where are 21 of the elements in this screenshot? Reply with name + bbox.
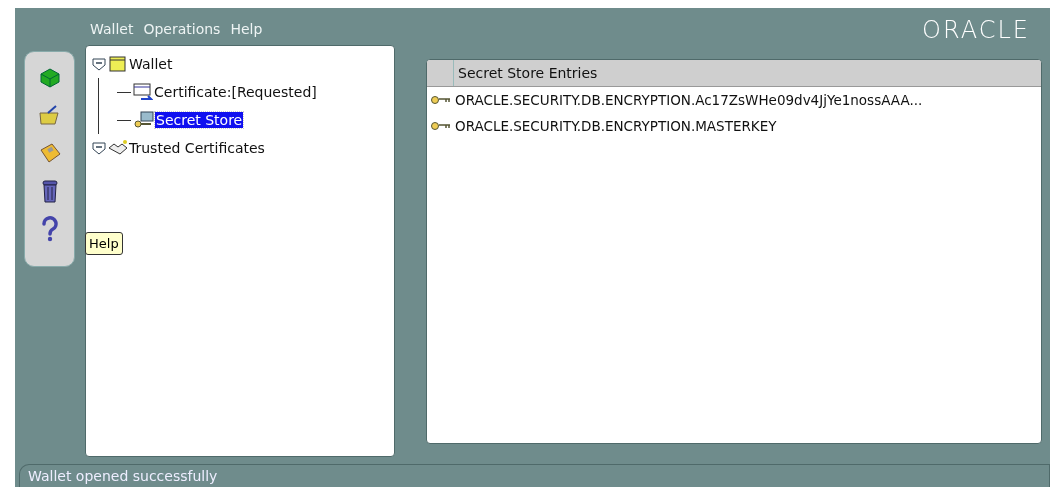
tree-item[interactable]: Secret Store	[155, 112, 244, 129]
column-header[interactable]: Secret Store Entries	[454, 60, 602, 87]
tree-item[interactable]: Wallet	[128, 56, 174, 73]
tree-item[interactable]: Certificate:[Requested]	[153, 84, 318, 101]
folder-arrow-icon	[37, 104, 62, 127]
key-storage-icon	[133, 111, 155, 130]
key-icon	[431, 95, 451, 106]
collapse-handle-icon[interactable]	[92, 57, 106, 72]
package-icon	[37, 66, 62, 89]
collapse-handle-icon[interactable]	[92, 141, 106, 156]
table-cell[interactable]: ORACLE.SECURITY.DB.ENCRYPTION.MASTERKEY	[455, 118, 777, 135]
tooltip: Help	[85, 232, 123, 256]
certificate-icon	[133, 83, 153, 102]
tree-item[interactable]: Trusted Certificates	[128, 140, 266, 157]
table-cell[interactable]: ORACLE.SECURITY.DB.ENCRYPTION.Ac17ZsWHe09dv4JjYe1nossAAA...	[455, 92, 923, 109]
help-icon	[40, 216, 59, 243]
logo: ORACLE	[922, 15, 1030, 44]
status-text: Wallet opened successfully	[28, 468, 218, 485]
wallet-icon	[108, 55, 128, 74]
key-icon	[431, 121, 451, 132]
trash-can-icon	[40, 179, 59, 204]
